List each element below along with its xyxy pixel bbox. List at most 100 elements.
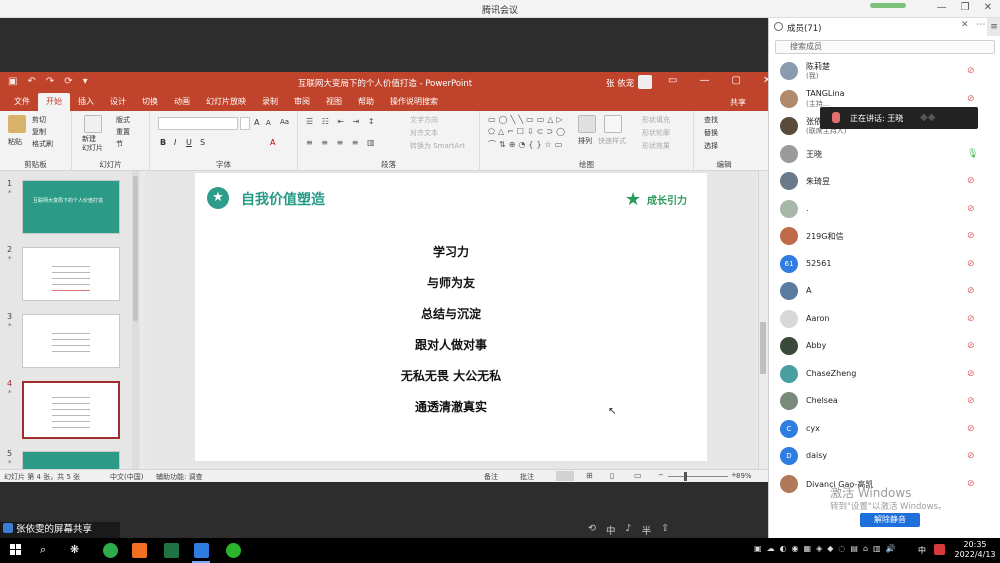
tell-me-search[interactable]: 操作说明搜索 — [382, 93, 446, 111]
tab-slideshow[interactable]: 幻灯片放映 — [198, 93, 254, 111]
strikethrough-button[interactable]: S — [200, 138, 205, 147]
reading-view-icon[interactable]: ▯ — [610, 471, 614, 480]
user-name[interactable]: 张 依宠 — [606, 77, 634, 89]
customize-icon[interactable]: ▾ — [83, 76, 88, 87]
paste-button[interactable]: 粘贴 — [8, 137, 22, 147]
half-width-toggle[interactable]: 半 — [642, 523, 652, 537]
normal-view-button[interactable] — [556, 471, 574, 481]
microphone-muted-icon[interactable]: ⊘ — [967, 369, 975, 379]
tray-icon[interactable]: ▤ — [850, 544, 858, 553]
slide-thumbnail-3[interactable] — [22, 314, 120, 368]
format-painter-button[interactable]: 格式刷 — [32, 139, 53, 149]
arrange-icon[interactable] — [578, 115, 596, 133]
volume-icon[interactable]: 🔊 — [886, 544, 896, 553]
cut-button[interactable]: 剪切 — [32, 115, 46, 125]
microphone-muted-icon[interactable]: ⊘ — [967, 286, 975, 296]
tray-icon[interactable]: ▥ — [873, 544, 881, 553]
minimize-icon[interactable]: — — [937, 2, 947, 13]
tray-icon[interactable]: ◆ — [827, 544, 833, 553]
shape-effects-button[interactable]: 形状效果 — [642, 141, 670, 151]
system-clock[interactable]: 20:35 2022/4/13 — [952, 540, 998, 560]
microphone-muted-icon[interactable]: ⊘ — [967, 314, 975, 324]
microphone-muted-icon[interactable]: ⊘ — [967, 94, 975, 104]
quick-styles-icon[interactable] — [604, 115, 622, 133]
unmute-button[interactable]: 解除静音 — [860, 513, 920, 527]
panel-menu-icon[interactable]: ≡ — [987, 18, 1000, 36]
microphone-muted-icon[interactable]: ⊘ — [967, 259, 975, 269]
member-row[interactable]: 王晓 🎙 — [769, 141, 1000, 167]
tray-icon[interactable]: ◐ — [780, 544, 787, 553]
tencent-meeting-icon[interactable] — [194, 543, 209, 558]
reset-button[interactable]: 重置 — [116, 127, 130, 137]
microphone-muted-icon[interactable]: ⊘ — [967, 231, 975, 241]
select-button[interactable]: 选择 — [704, 141, 718, 151]
member-row[interactable]: 219G和信 ⊘ — [769, 223, 1000, 249]
audio-icon[interactable]: ♪ — [625, 523, 631, 537]
microphone-on-icon[interactable]: 🎙 — [967, 149, 978, 159]
language-indicator[interactable]: 中文(中国) — [110, 472, 143, 482]
slide-scrollbar[interactable] — [758, 171, 768, 469]
microphone-muted-icon[interactable]: ⊘ — [967, 479, 975, 489]
copy-button[interactable]: 复制 — [32, 127, 46, 137]
user-avatar[interactable] — [638, 75, 652, 89]
font-name-box[interactable] — [158, 117, 238, 130]
task-view-icon[interactable]: ❋ — [70, 543, 79, 556]
member-row[interactable]: . ⊘ — [769, 196, 1000, 222]
new-slide-icon[interactable] — [84, 115, 102, 133]
shrink-font-button[interactable]: A — [266, 119, 271, 127]
new-slide-button[interactable]: 新建 幻灯片 — [82, 135, 103, 153]
shapes-gallery[interactable]: ⬠△⌐☐⇩⊂⊃◯ — [488, 127, 568, 136]
member-row[interactable]: 朱琦昱 ⊘ — [769, 168, 1000, 194]
tray-icon[interactable]: ◈ — [816, 544, 822, 553]
zoom-out-icon[interactable]: − — [658, 471, 664, 479]
sorter-view-icon[interactable]: ⊞ — [586, 471, 593, 480]
tab-view[interactable]: 视图 — [318, 93, 350, 111]
tab-home[interactable]: 开始 — [38, 93, 70, 111]
grow-font-button[interactable]: A — [254, 118, 259, 127]
quick-styles-button[interactable]: 快速样式 — [598, 136, 626, 146]
slide-thumbnail-5[interactable] — [22, 451, 120, 469]
microphone-muted-icon[interactable]: ⊘ — [967, 66, 975, 76]
loading-icon[interactable]: ⟲ — [588, 523, 596, 537]
slideshow-view-icon[interactable]: ▭ — [634, 471, 642, 480]
shape-fill-button[interactable]: 形状填充 — [642, 115, 670, 125]
member-row[interactable]: Ddaisy ⊘ — [769, 443, 1000, 469]
member-row[interactable]: Ccyx ⊘ — [769, 416, 1000, 442]
arrange-button[interactable]: 排列 — [578, 136, 592, 146]
microphone-muted-icon[interactable]: ⊘ — [967, 451, 975, 461]
tab-file[interactable]: 文件 — [6, 93, 38, 111]
zoom-slider[interactable] — [668, 476, 728, 477]
input-method-indicator[interactable]: 中 — [918, 545, 926, 556]
comments-button[interactable]: 批注 — [520, 472, 534, 482]
member-row[interactable]: ChaseZheng ⊘ — [769, 361, 1000, 387]
shapes-gallery[interactable]: ⌒⇅⊕◔{}☆▭ — [488, 139, 565, 150]
slide-thumbnail-4[interactable] — [22, 381, 120, 439]
slide-thumbnail-2[interactable] — [22, 247, 120, 301]
tray-icon[interactable]: ◉ — [792, 544, 799, 553]
tab-design[interactable]: 设计 — [102, 93, 134, 111]
slide-scroll-handle[interactable] — [760, 322, 766, 374]
layout-button[interactable]: 版式 — [116, 115, 130, 125]
member-row[interactable]: 61 52561 ⊘ — [769, 251, 1000, 277]
app-check-icon[interactable] — [132, 543, 147, 558]
member-row[interactable]: A ⊘ — [769, 278, 1000, 304]
repeat-icon[interactable]: ⟳ — [64, 76, 72, 87]
font-color-button[interactable]: A — [270, 138, 275, 147]
tray-icon[interactable]: ⌂ — [863, 544, 868, 553]
bold-button[interactable]: B — [160, 138, 166, 147]
smartart-button[interactable]: 转换为 SmartArt — [410, 141, 465, 151]
current-slide[interactable]: ★ 自我价值塑造 ★ 成长引力 学习力 与师为友 总结与沉淀 跟对人做对事 无私… — [195, 173, 707, 461]
underline-button[interactable]: U — [186, 138, 192, 147]
member-row[interactable]: Aaron ⊘ — [769, 306, 1000, 332]
more-icon[interactable]: ⋯ — [977, 20, 986, 30]
microphone-muted-icon[interactable]: ⊘ — [967, 176, 975, 186]
microphone-muted-icon[interactable]: ⊘ — [967, 424, 975, 434]
chrome-icon[interactable] — [103, 543, 118, 558]
member-search-input[interactable]: 搜索成员 — [775, 40, 995, 54]
align-text-button[interactable]: 对齐文本 — [410, 128, 438, 138]
tab-transitions[interactable]: 切换 — [134, 93, 166, 111]
tray-icon[interactable]: ☁ — [767, 544, 775, 553]
search-icon[interactable]: ⌕ — [40, 543, 46, 557]
excel-icon[interactable] — [164, 543, 179, 558]
replace-button[interactable]: 替换 — [704, 128, 718, 138]
